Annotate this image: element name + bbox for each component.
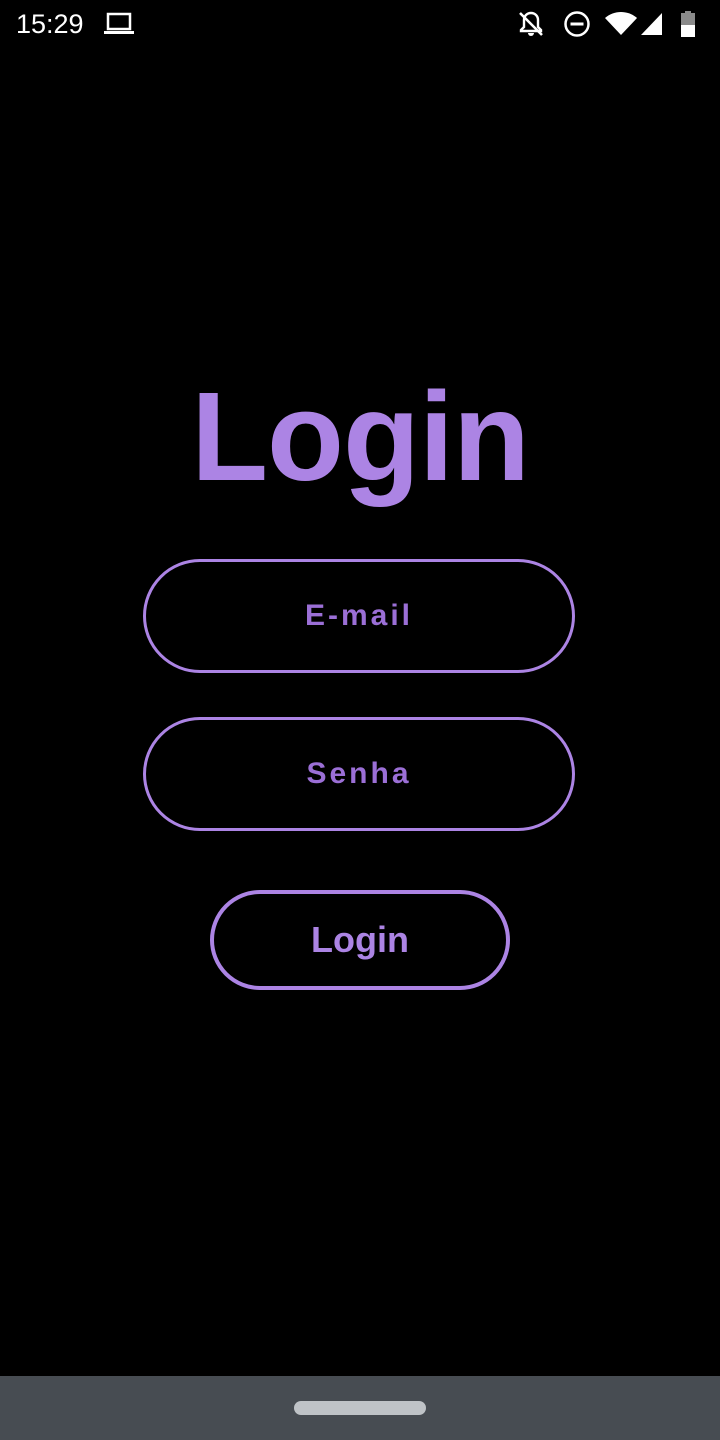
- navigation-bar: [0, 1376, 720, 1440]
- password-field[interactable]: [146, 719, 572, 829]
- home-gesture-handle[interactable]: [294, 1401, 426, 1415]
- wifi-icon: [604, 12, 638, 40]
- password-field-container[interactable]: [143, 717, 575, 831]
- email-field-container[interactable]: [143, 559, 575, 673]
- page-title: Login: [191, 366, 530, 507]
- do-not-disturb-icon: [563, 10, 591, 38]
- laptop-icon: [104, 12, 134, 40]
- notifications-off-icon: [517, 10, 545, 38]
- cellular-signal-icon: [640, 12, 664, 40]
- status-time: 15:29: [16, 9, 84, 39]
- email-field[interactable]: [146, 561, 572, 671]
- login-button[interactable]: Login: [210, 890, 510, 990]
- battery-icon: [680, 10, 696, 38]
- status-bar: 15:29: [0, 0, 720, 48]
